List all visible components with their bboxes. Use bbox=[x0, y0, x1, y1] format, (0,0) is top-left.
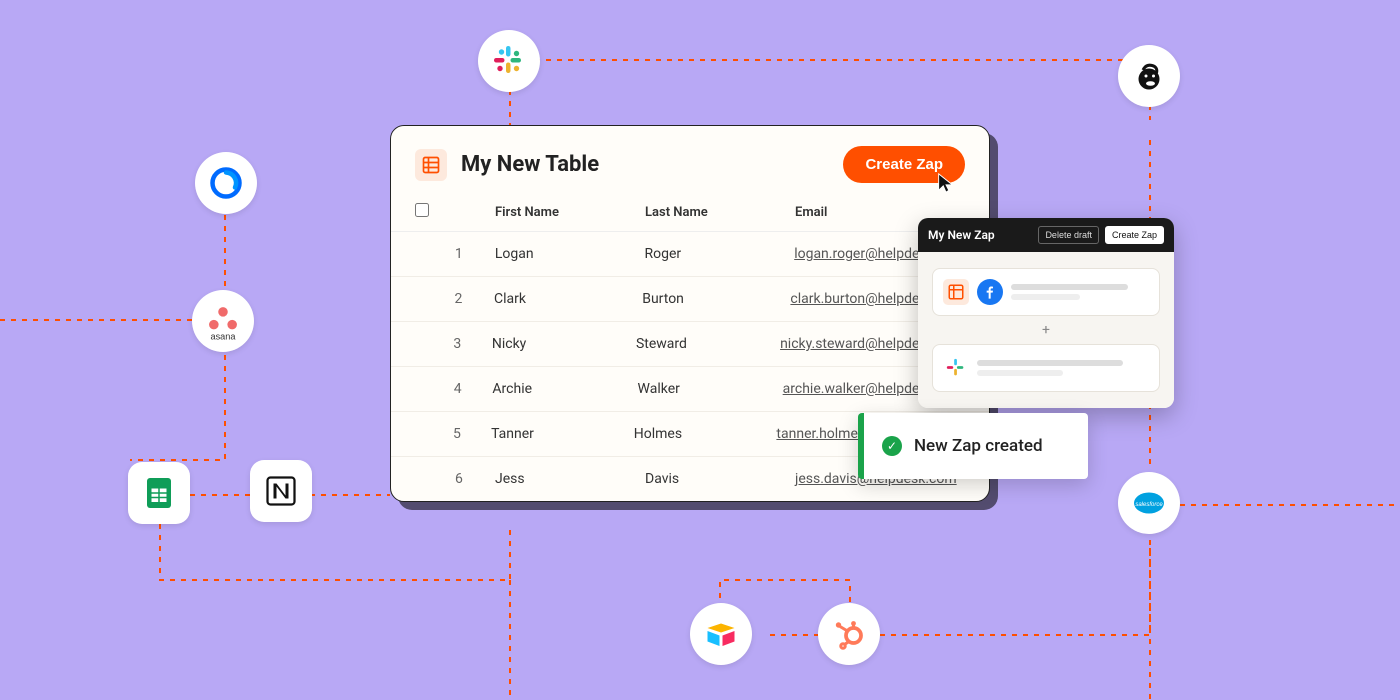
col-first-name: First Name bbox=[495, 205, 645, 220]
cell-first-name: Jess bbox=[495, 471, 645, 487]
delete-draft-button[interactable]: Delete draft bbox=[1038, 226, 1099, 244]
row-index: 2 bbox=[455, 291, 495, 307]
zap-editor-panel: My New Zap Delete draft Create Zap + bbox=[918, 218, 1174, 408]
cell-first-name: Archie bbox=[492, 381, 637, 397]
zap-trigger-step[interactable] bbox=[932, 268, 1160, 316]
calendly-icon bbox=[195, 152, 257, 214]
zapier-tables-icon bbox=[415, 149, 447, 181]
cell-first-name: Tanner bbox=[491, 426, 634, 442]
salesforce-icon: salesforce bbox=[1118, 472, 1180, 534]
notion-icon bbox=[250, 460, 312, 522]
select-all-checkbox[interactable] bbox=[415, 203, 429, 217]
row-index: 5 bbox=[453, 426, 491, 442]
row-index: 6 bbox=[455, 471, 495, 487]
create-zap-mini-button[interactable]: Create Zap bbox=[1105, 226, 1164, 244]
cell-first-name: Logan bbox=[495, 246, 645, 262]
check-icon: ✓ bbox=[882, 436, 902, 456]
svg-text:asana: asana bbox=[211, 331, 237, 341]
cell-last-name: Walker bbox=[638, 381, 783, 397]
col-last-name: Last Name bbox=[645, 205, 795, 220]
table-row[interactable]: 3NickyStewardnicky.steward@helpdesk.com bbox=[391, 322, 989, 367]
row-index: 3 bbox=[453, 336, 491, 352]
row-index: 4 bbox=[454, 381, 493, 397]
cell-last-name: Roger bbox=[645, 246, 795, 262]
table-header-row: First Name Last Name Email bbox=[391, 193, 989, 232]
success-toast: ✓ New Zap created bbox=[858, 413, 1088, 479]
mailchimp-icon bbox=[1118, 45, 1180, 107]
cell-last-name: Holmes bbox=[634, 426, 777, 442]
table-title: My New Table bbox=[461, 152, 843, 177]
google-sheets-icon bbox=[128, 462, 190, 524]
cursor-icon bbox=[935, 172, 957, 194]
airtable-icon bbox=[690, 603, 752, 665]
hubspot-icon bbox=[818, 603, 880, 665]
add-step-button[interactable]: + bbox=[932, 316, 1160, 344]
slack-icon bbox=[943, 355, 969, 381]
cell-first-name: Clark bbox=[494, 291, 642, 307]
row-index: 1 bbox=[455, 246, 495, 262]
zap-action-step[interactable] bbox=[932, 344, 1160, 392]
table-row[interactable]: 4ArchieWalkerarchie.walker@helpdesk.com bbox=[391, 367, 989, 412]
facebook-icon bbox=[977, 279, 1003, 305]
zap-editor-title: My New Zap bbox=[928, 228, 1032, 242]
table-row[interactable]: 1LoganRogerlogan.roger@helpdesk.com bbox=[391, 232, 989, 277]
cell-last-name: Davis bbox=[645, 471, 795, 487]
cell-last-name: Steward bbox=[636, 336, 780, 352]
zapier-tables-icon bbox=[943, 279, 969, 305]
slack-icon bbox=[478, 30, 540, 92]
table-row[interactable]: 2ClarkBurtonclark.burton@helpdesk.com bbox=[391, 277, 989, 322]
toast-message: New Zap created bbox=[914, 436, 1043, 456]
svg-text:salesforce: salesforce bbox=[1135, 502, 1163, 508]
cell-last-name: Burton bbox=[642, 291, 790, 307]
cell-first-name: Nicky bbox=[492, 336, 636, 352]
asana-icon: asana bbox=[192, 290, 254, 352]
